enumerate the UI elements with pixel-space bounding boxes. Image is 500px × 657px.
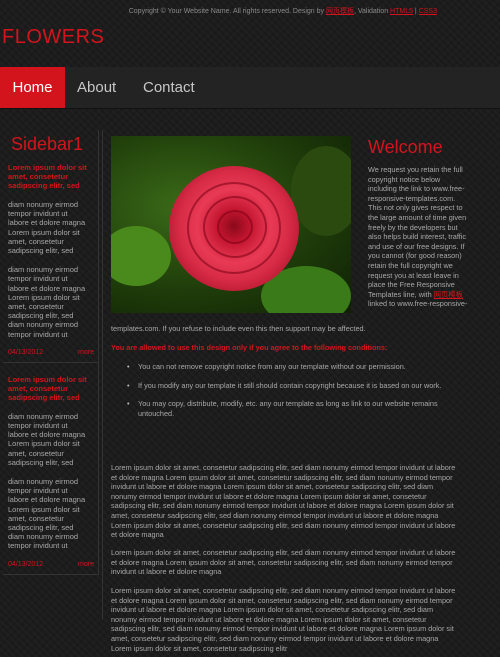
site-logo[interactable]: FLOWERS xyxy=(2,26,104,49)
rose-photo xyxy=(111,136,351,313)
nav-home[interactable]: Home xyxy=(0,67,65,108)
sidebar-block: Sidebar1 Lorem ipsum dolor sit amet, con… xyxy=(3,130,99,363)
sidebar-post-text: diam nonumy eirmod tempor invidunt ut la… xyxy=(8,200,86,256)
list-item: If you modify any our template it still … xyxy=(127,381,457,391)
validation-label: , Validation xyxy=(353,8,391,15)
post-date: 04/13/2012 xyxy=(8,560,44,568)
sidebar-post-text: diam nonumy eirmod tempor invidunt ut la… xyxy=(8,477,86,551)
sidebar-post-text: diam nonumy eirmod tempor invidunt ut la… xyxy=(8,265,86,339)
html5-link[interactable]: HTML5 xyxy=(390,8,413,15)
rose-flower xyxy=(169,166,299,291)
sidebar-post-footer: 04/13/2012 more xyxy=(8,349,94,356)
license-notice: You are allowed to use this design only … xyxy=(111,343,388,352)
more-link[interactable]: more xyxy=(78,561,94,568)
welcome-continuation: templates.com. If you refuse to include … xyxy=(111,324,366,333)
welcome-body-end: linked to www.free-responsive- xyxy=(368,299,468,309)
body-paragraph: Lorem ipsum dolor sit amet, consetetur s… xyxy=(111,548,456,577)
sidebar-post-title[interactable]: Lorem ipsum dolor sit amet, consetetur s… xyxy=(8,163,90,190)
designer-link[interactable]: 网页模板 xyxy=(326,8,354,15)
license-conditions: You can not remove copyright notice from… xyxy=(127,362,457,427)
body-paragraph: Lorem ipsum dolor sit amet, consetetur s… xyxy=(111,586,456,653)
welcome-heading: Welcome xyxy=(368,137,443,157)
list-item: You may copy, distribute, modify, etc. a… xyxy=(127,399,457,418)
sidebar-post-footer: 04/13/2012 more xyxy=(8,561,94,568)
main-nav: Home About Contact xyxy=(0,67,500,109)
welcome-body: We request you retain the full copyright… xyxy=(368,165,467,299)
more-link[interactable]: more xyxy=(78,349,94,356)
sidebar: Sidebar1 Lorem ipsum dolor sit amet, con… xyxy=(3,130,99,575)
nav-contact[interactable]: Contact xyxy=(143,67,195,108)
list-item: You can not remove copyright notice from… xyxy=(127,362,457,372)
nav-about[interactable]: About xyxy=(77,67,116,108)
copyright-text: Copyright © Your Website Name. All right… xyxy=(128,8,326,15)
sidebar-block: Lorem ipsum dolor sit amet, consetetur s… xyxy=(3,362,99,575)
sidebar-post-title[interactable]: Lorem ipsum dolor sit amet, consetetur s… xyxy=(8,375,90,402)
sidebar-post-text: diam nonumy eirmod tempor invidunt ut la… xyxy=(8,411,86,467)
sidebar-title: Sidebar1 xyxy=(11,134,84,154)
welcome-text: We request you retain the full copyright… xyxy=(368,165,468,309)
post-date: 04/13/2012 xyxy=(8,348,44,356)
body-paragraph: Lorem ipsum dolor sit amet, consetetur s… xyxy=(111,463,456,540)
templates-link[interactable]: 网页模板 xyxy=(434,290,463,299)
css3-link[interactable]: CSS3 xyxy=(419,8,437,15)
column-divider xyxy=(102,130,103,620)
